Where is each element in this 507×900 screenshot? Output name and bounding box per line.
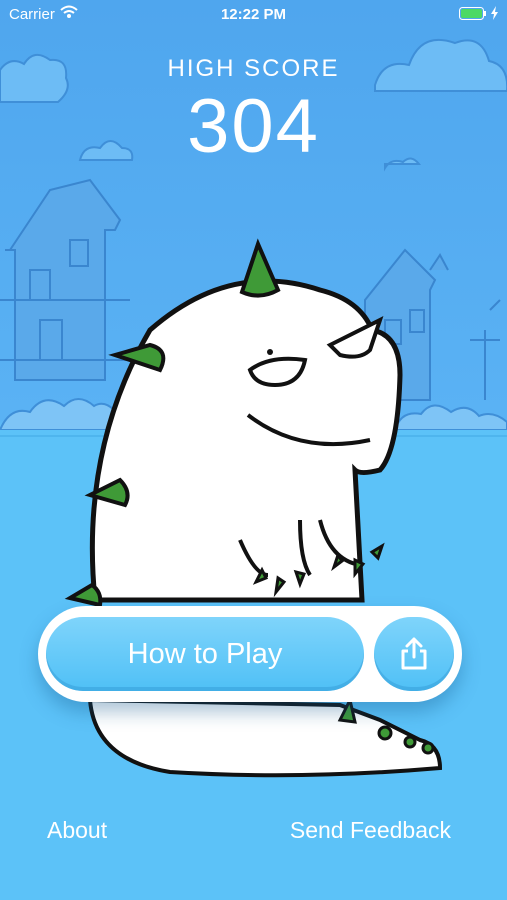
game-menu-screen: Carrier 12:22 PM HIGH SCORE 304 How to P… — [0, 0, 507, 900]
spike-side-3 — [64, 582, 103, 608]
share-icon — [401, 637, 427, 670]
how-to-play-button[interactable]: How to Play — [46, 617, 364, 691]
share-button[interactable] — [374, 617, 454, 691]
monster-character — [64, 238, 443, 778]
spike-top — [239, 238, 281, 298]
send-feedback-link[interactable]: Send Feedback — [290, 817, 451, 844]
about-link[interactable]: About — [47, 817, 107, 844]
